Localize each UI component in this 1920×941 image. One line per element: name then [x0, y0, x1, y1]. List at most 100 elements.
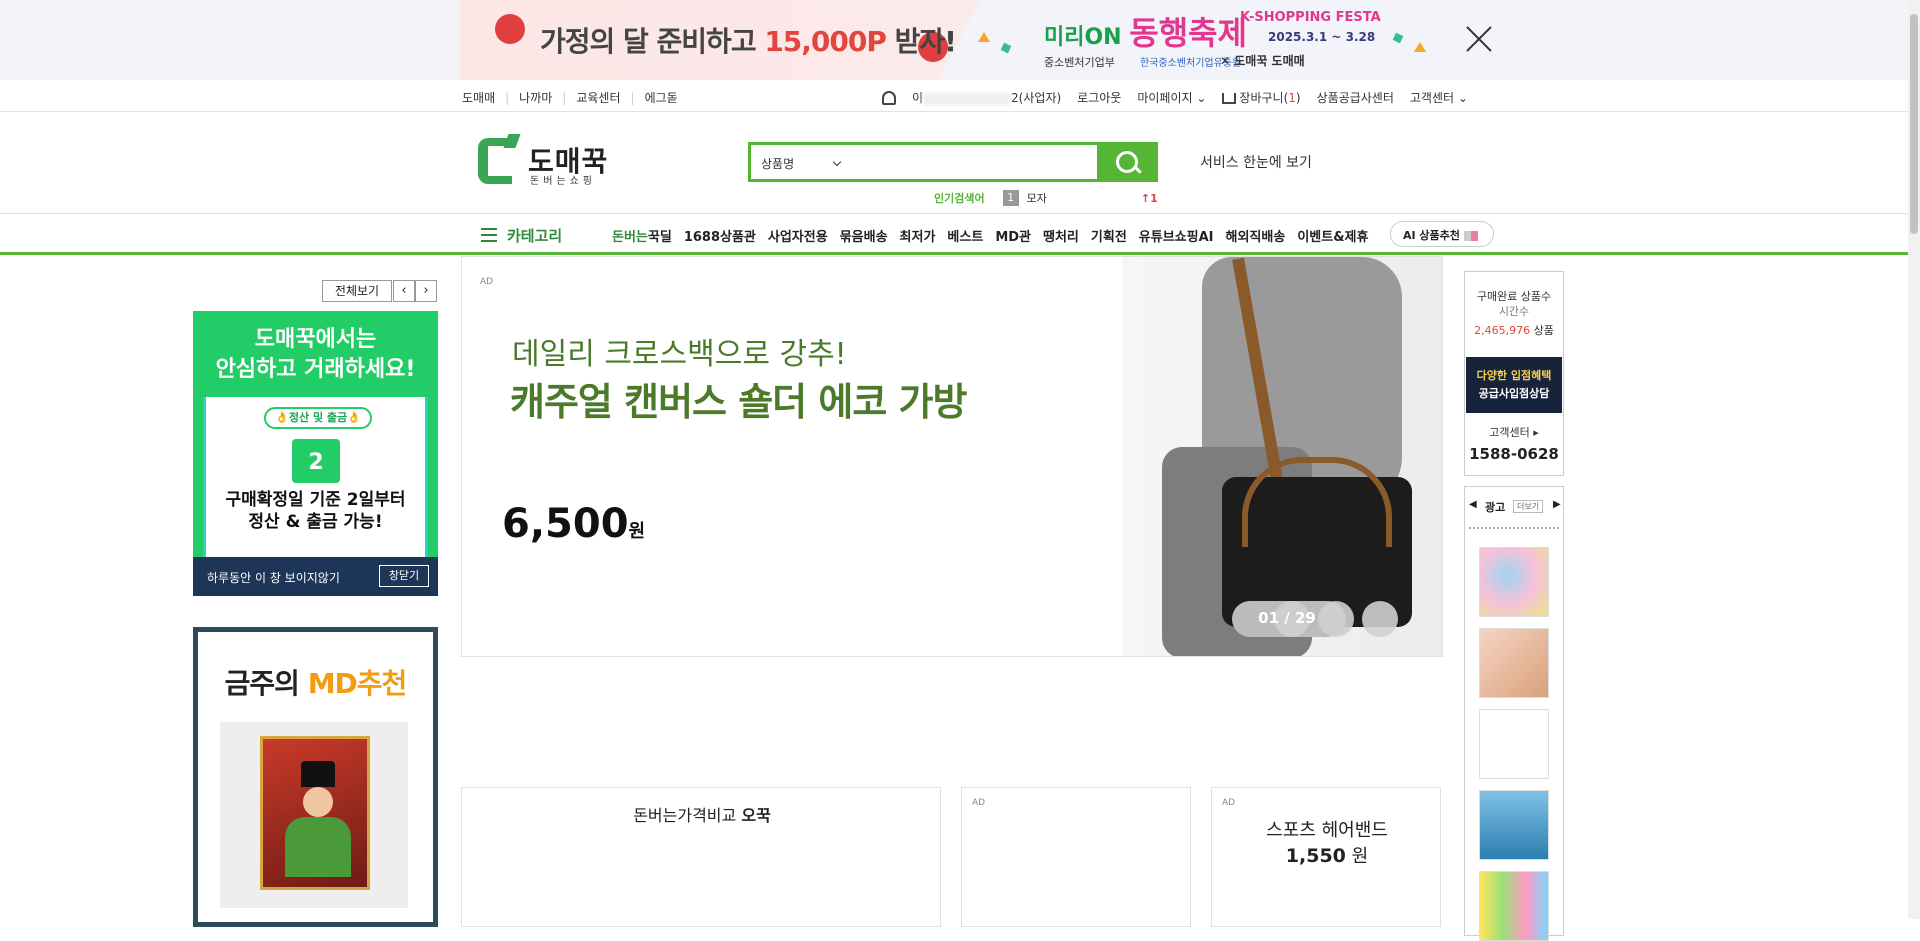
main-nav: 카테고리 돈버는꾹딜 1688상품관 사업자전용 묶음배송 최저가 베스트 MD…	[0, 213, 1908, 255]
nav-items: 돈버는꾹딜 1688상품관 사업자전용 묶음배송 최저가 베스트 MD관 땡처리…	[612, 226, 1368, 245]
service-overview-link[interactable]: 서비스 한눈에 보기	[1200, 152, 1312, 172]
utility-bar: 도매매 | 나까마 | 교육센터 | 에그돋 이 2(사업자) 로그아웃 마이페이지 ⌄…	[0, 80, 1908, 112]
family-sites: 도매매 | 나까마 | 교육센터 | 에그돋	[462, 89, 678, 106]
view-all-button[interactable]: 전체보기	[322, 280, 392, 302]
ad-thumbnail[interactable]	[1479, 547, 1549, 617]
product-price: 1,550 원	[1285, 845, 1369, 867]
stats-box: 구매완료 상품수 시간수 2,465,976 상품 다양한 입점혜택 공급사입점상…	[1464, 271, 1564, 476]
ad-label: AD	[1222, 798, 1236, 808]
cart-icon	[1222, 93, 1237, 104]
logout-link[interactable]: 로그아웃	[1077, 89, 1121, 106]
ad-header: ◀ 광고 더보기 ▶	[1465, 499, 1563, 515]
ad-thumbnail[interactable]	[1479, 790, 1549, 860]
nav-item-business[interactable]: 사업자전용	[768, 226, 828, 245]
flower-icon	[495, 14, 525, 44]
nav-item-exhibition[interactable]: 기획전	[1091, 226, 1127, 245]
user-name: 이 2(사업자)	[912, 91, 1062, 105]
hide-today-link[interactable]: 하루동안 이 창 보이지않기	[207, 569, 340, 586]
nav-item-md[interactable]: MD관	[995, 226, 1031, 245]
pager-count: 01 / 29	[1258, 609, 1316, 627]
ad-thumbnail[interactable]	[1479, 709, 1549, 779]
ad-footer: 하루동안 이 창 보이지않기 창닫기	[193, 557, 438, 596]
product-name: 스포츠 헤어밴드	[1266, 820, 1388, 841]
site-link-eggdot[interactable]: 에그돋	[645, 89, 678, 106]
promo-headline: 가정의 달 준비하고 15,000P 받자!	[540, 25, 957, 58]
banner-subtitle: 데일리 크로스백으로 강추!	[512, 337, 847, 372]
site-link-nakkama[interactable]: 나까마	[519, 89, 552, 106]
toggle-icon	[1463, 231, 1478, 241]
ad-card: 👌정산 및 출금👌 2 구매확정일 기준 2일부터 정산 & 출금 가능!	[203, 397, 428, 557]
supplier-center-link[interactable]: 상품공급사센터	[1317, 89, 1394, 106]
phone-number: 1588-0628	[1469, 445, 1559, 463]
popular-label: 인기검색어	[934, 192, 985, 205]
chevron-down-icon	[832, 157, 842, 167]
main-banner[interactable]: AD 데일리 크로스백으로 강추! 캐주얼 캔버스 숄더 에코 가방 6,500…	[461, 256, 1443, 657]
product-ad-card[interactable]: AD 스포츠 헤어밴드 1,550 원	[1211, 787, 1441, 927]
ad-label: AD	[972, 798, 986, 808]
close-icon[interactable]	[1464, 24, 1494, 54]
nav-item-best[interactable]: 베스트	[947, 226, 983, 245]
next-button[interactable]: ›	[415, 280, 437, 302]
ad-thumbnail[interactable]	[1479, 628, 1549, 698]
nav-item-deal[interactable]: 돈버는꾹딜	[612, 226, 672, 245]
ai-recommend-button[interactable]: AI 상품추천	[1390, 221, 1494, 247]
completed-label: 구매완료 상품수	[1476, 290, 1552, 303]
partner-logos: ✕ 도매꾹 도매매	[1220, 54, 1305, 68]
customer-center-link[interactable]: 고객센터 ⌄	[1410, 89, 1468, 106]
scroll-thumb[interactable]	[1910, 14, 1918, 234]
completed-count: 2,465,976 상품	[1474, 324, 1554, 337]
md-product-image[interactable]	[220, 722, 408, 908]
ad-pill: 👌정산 및 출금👌	[264, 407, 372, 429]
search-type-select[interactable]: 상품명	[761, 155, 842, 172]
banner-price: 6,500원	[502, 501, 646, 547]
md-recommend-box[interactable]: 금주의 MD추천	[193, 627, 438, 927]
confetti-icon	[1414, 42, 1426, 52]
top-promo-banner[interactable]: 가정의 달 준비하고 15,000P 받자! 미리ON 동행축제 K-SHOPP…	[0, 0, 1908, 80]
ad-more-button[interactable]: 더보기	[1513, 500, 1544, 513]
ad-label: AD	[480, 277, 494, 287]
confetti-icon	[978, 32, 990, 42]
nav-item-overseas[interactable]: 해외직배송	[1226, 226, 1286, 245]
customer-center-link[interactable]: 고객센터 ▸	[1465, 424, 1563, 440]
nav-item-youtube[interactable]: 유튜브쇼핑AI	[1139, 226, 1214, 245]
settlement-ad[interactable]: 도매꾹에서는 안심하고 거래하세요! 👌정산 및 출금👌 2 구매확정일 기준 2…	[193, 311, 438, 596]
supplier-promo-button[interactable]: 다양한 입점혜택 공급사입점상담	[1466, 357, 1562, 413]
ad-prev-button[interactable]: ◀	[1469, 499, 1477, 510]
category-menu[interactable]: 카테고리	[507, 225, 562, 246]
confetti-icon	[1000, 42, 1012, 54]
popular-keywords[interactable]: 인기검색어 1 모자 ↑1	[934, 190, 1158, 206]
scrollbar[interactable]	[1908, 0, 1920, 919]
close-window-button[interactable]: 창닫기	[379, 565, 429, 587]
keyword-rank: 1	[1002, 190, 1019, 206]
side-ad-box: ◀ 광고 더보기 ▶	[1464, 486, 1564, 941]
divider	[1469, 527, 1559, 529]
ad-thumbnail[interactable]	[1479, 871, 1549, 941]
logo-icon[interactable]	[478, 138, 512, 184]
ad-title: 도매꾹에서는 안심하고 거래하세요!	[215, 327, 416, 382]
nav-item-1688[interactable]: 1688상품관	[684, 226, 756, 245]
site-link-domaemae[interactable]: 도매매	[462, 89, 495, 106]
price-compare-card[interactable]: 돈버는가격비교 오꾹	[461, 787, 941, 927]
completed-sub: 시간수	[1498, 305, 1530, 318]
ad-next-button[interactable]: ▶	[1553, 499, 1561, 510]
nav-item-clearance[interactable]: 땡처리	[1043, 226, 1079, 245]
search-button[interactable]	[1097, 142, 1158, 182]
keyword-change: ↑1	[1140, 191, 1158, 205]
mypage-link[interactable]: 마이페이지 ⌄	[1137, 89, 1206, 106]
cart-link[interactable]: 장바구니(1)	[1222, 89, 1301, 106]
nav-item-lowest[interactable]: 최저가	[900, 226, 936, 245]
festa-name: K-SHOPPING FESTA	[1240, 10, 1381, 25]
prev-button[interactable]: ‹	[393, 280, 415, 302]
card-title: 돈버는가격비교 오꾹	[633, 806, 771, 825]
banner-title: 캐주얼 캔버스 숄더 에코 가방	[510, 380, 967, 424]
site-link-edu[interactable]: 교육센터	[576, 89, 620, 106]
pager-dot[interactable]	[1362, 601, 1398, 637]
hamburger-icon[interactable]	[481, 228, 497, 242]
bell-icon[interactable]	[882, 90, 896, 105]
ad-card-empty[interactable]: AD	[961, 787, 1191, 927]
nav-item-event[interactable]: 이벤트&제휴	[1297, 226, 1368, 245]
festa-dates: 2025.3.1 ~ 3.28	[1268, 30, 1376, 44]
gov-logo: 중소벤처기업부	[1044, 56, 1115, 69]
nav-item-bundle[interactable]: 묶음배송	[840, 226, 888, 245]
keyword-text[interactable]: 모자	[1027, 190, 1047, 206]
